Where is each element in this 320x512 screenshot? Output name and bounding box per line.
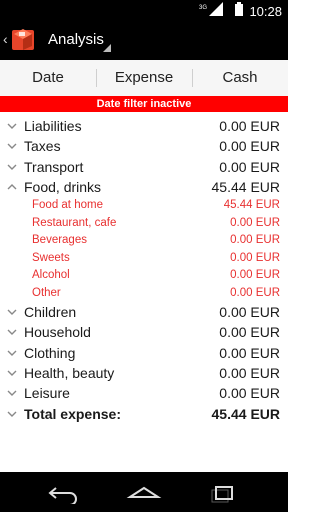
subcategory-label: Beverages (32, 234, 87, 247)
page-title[interactable]: Analysis (48, 31, 104, 48)
category-amount: 0.00 EUR (219, 118, 280, 134)
chevron-down-icon (7, 329, 17, 336)
subcategory-row-restaurant-cafe[interactable]: Restaurant, cafe 0.00 EUR (0, 215, 288, 233)
subcategory-label: Alcohol (32, 269, 70, 282)
subcategory-row-sweets[interactable]: Sweets 0.00 EUR (0, 250, 288, 268)
category-row-household[interactable]: Household 0.00 EUR (0, 322, 288, 342)
category-row-health-beauty[interactable]: Health, beauty 0.00 EUR (0, 363, 288, 383)
chevron-down-icon (7, 350, 17, 356)
subcategory-row-other[interactable]: Other 0.00 EUR (0, 285, 288, 303)
chevron-down-icon (7, 370, 17, 377)
category-row-food-drinks[interactable]: Food, drinks 45.44 EUR (0, 177, 288, 197)
category-row-leisure[interactable]: Leisure 0.00 EUR (0, 383, 288, 403)
chevron-down-icon (7, 164, 17, 170)
category-row-liabilities[interactable]: Liabilities 0.00 EUR (0, 116, 288, 136)
category-row-children[interactable]: Children 0.00 EUR (0, 302, 288, 322)
category-label: Children (24, 304, 77, 321)
navigation-bar (0, 472, 288, 512)
clock: 10:28 (249, 4, 282, 19)
action-bar: ‹ Analysis (0, 20, 288, 60)
category-amount: 0.00 EUR (219, 324, 280, 341)
category-amount: 0.00 EUR (219, 385, 280, 402)
category-label: Household (24, 324, 91, 341)
category-label: Liabilities (24, 118, 82, 134)
subcategory-amount: 0.00 EUR (230, 234, 280, 247)
subcategory-label: Other (32, 286, 61, 299)
signal-icon: 3G (199, 2, 229, 21)
subcategory-label: Restaurant, cafe (32, 216, 117, 229)
category-amount: 0.00 EUR (219, 304, 280, 321)
subcategory-amount: 0.00 EUR (230, 269, 280, 282)
category-label: Clothing (24, 344, 76, 361)
chevron-down-icon (7, 123, 17, 129)
svg-text:3G: 3G (199, 5, 207, 11)
category-amount: 0.00 EUR (219, 365, 280, 382)
tab-cash[interactable]: Cash (192, 60, 288, 96)
back-icon[interactable] (46, 482, 82, 504)
tab-date[interactable]: Date (0, 60, 96, 96)
category-label: Leisure (24, 385, 70, 402)
total-amount: 45.44 EUR (211, 405, 280, 422)
subcategory-amount: 0.00 EUR (230, 286, 280, 299)
subcategory-label: Food at home (32, 199, 103, 212)
total-label: Total expense: (24, 405, 121, 422)
category-label: Transport (24, 158, 84, 175)
subcategory-amount: 0.00 EUR (230, 216, 280, 229)
subcategory-row-food-at-home[interactable]: Food at home 45.44 EUR (0, 197, 288, 215)
subcategory-amount: 0.00 EUR (230, 251, 280, 264)
app-logo-icon[interactable] (10, 26, 36, 52)
total-expense-row[interactable]: Total expense: 45.44 EUR (0, 404, 288, 424)
chevron-down-icon (7, 411, 17, 417)
status-bar: 3G 10:28 (0, 0, 288, 20)
chevron-down-icon (7, 390, 17, 397)
tab-bar: Date Expense Cash (0, 60, 288, 96)
battery-icon (235, 2, 244, 21)
category-amount: 45.44 EUR (211, 178, 280, 195)
date-filter-banner: Date filter inactive (0, 96, 288, 112)
category-row-taxes[interactable]: Taxes 0.00 EUR (0, 136, 288, 156)
home-icon[interactable] (126, 482, 162, 504)
category-amount: 0.00 EUR (219, 138, 280, 155)
category-label: Taxes (24, 138, 61, 155)
expense-list: Liabilities 0.00 EUR Taxes 0.00 EUR Tran… (0, 116, 288, 424)
recent-apps-icon[interactable] (206, 482, 242, 504)
chevron-up-icon (7, 183, 17, 190)
chevron-down-icon (7, 309, 17, 316)
tab-expense[interactable]: Expense (96, 60, 192, 96)
subcategory-label: Sweets (32, 251, 70, 264)
subcategory-row-beverages[interactable]: Beverages 0.00 EUR (0, 232, 288, 250)
category-label: Food, drinks (24, 178, 102, 195)
category-label: Health, beauty (24, 365, 115, 382)
chevron-down-icon (7, 143, 17, 150)
subcategory-row-alcohol[interactable]: Alcohol 0.00 EUR (0, 267, 288, 285)
subcategory-amount: 45.44 EUR (223, 199, 280, 212)
dropdown-triangle-icon[interactable] (103, 44, 111, 52)
category-amount: 0.00 EUR (219, 158, 280, 175)
category-row-clothing[interactable]: Clothing 0.00 EUR (0, 343, 288, 363)
category-amount: 0.00 EUR (219, 344, 280, 361)
back-caret-icon[interactable]: ‹ (3, 32, 8, 46)
category-row-transport[interactable]: Transport 0.00 EUR (0, 157, 288, 177)
